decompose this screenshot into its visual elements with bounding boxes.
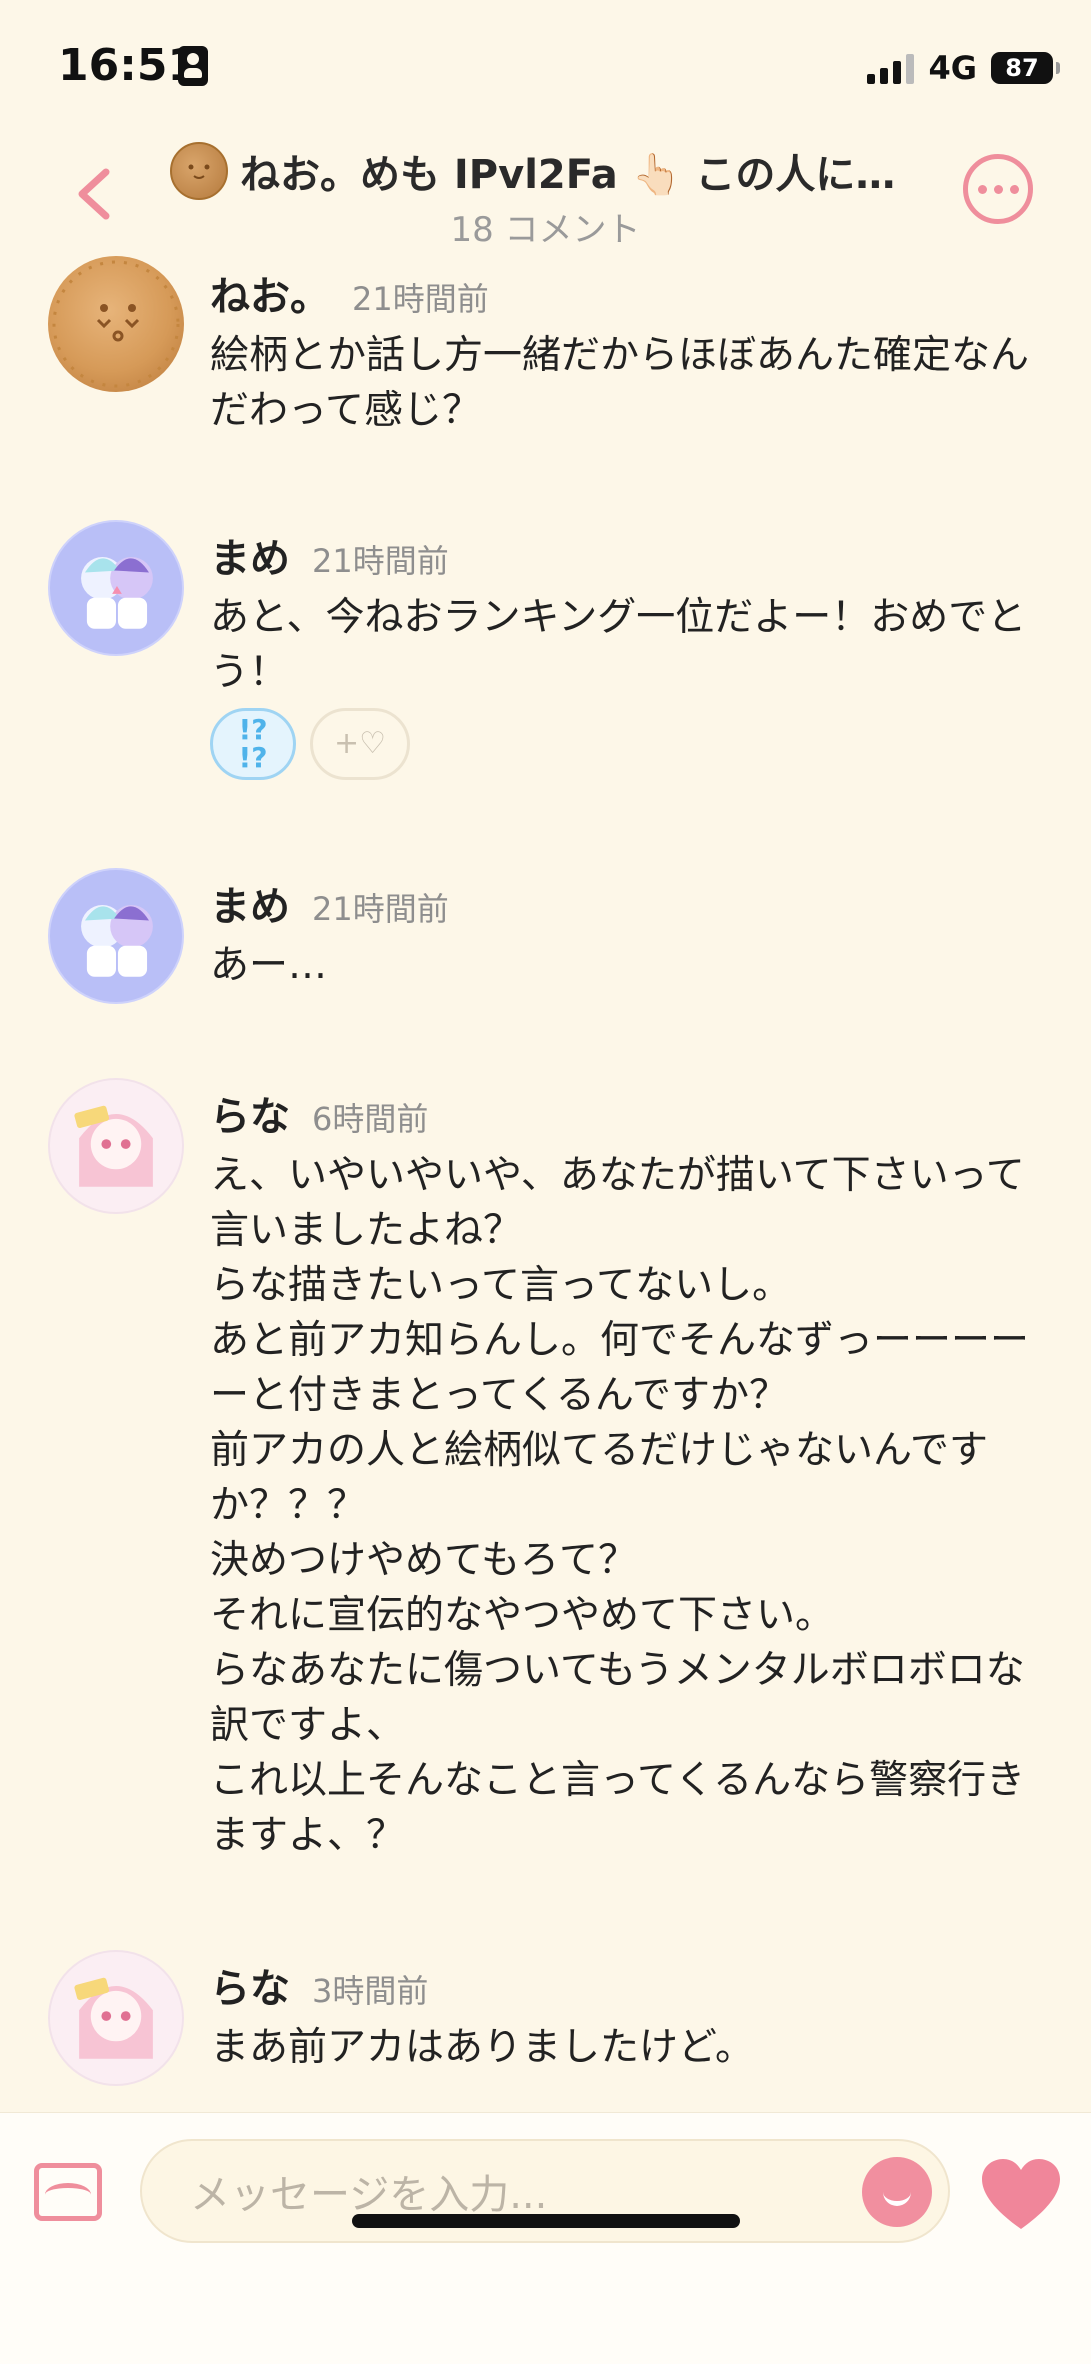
comment-text: まあ前アカはありましたけど。 bbox=[210, 2025, 755, 2070]
comment-item: ねお。 21時間前 絵柄とか話し方一緒だからほぼあんた確定なんだわって感じ？ bbox=[0, 250, 1091, 450]
cookie-face-icon bbox=[188, 164, 210, 179]
comment-text: え、いやいやいや、あなたが描いて下さいって言いましたよね？ らな描きたいって言っ… bbox=[210, 1153, 1030, 1858]
comment-username[interactable]: らな bbox=[210, 1084, 290, 1142]
avatar[interactable] bbox=[48, 520, 184, 656]
comment-time: 21時間前 bbox=[352, 280, 489, 318]
reaction-row: !? !? +♡ bbox=[210, 708, 410, 780]
comment-time: 6時間前 bbox=[312, 1100, 429, 1138]
post-title: ねお。めも IPvl2Fa 👆🏻 この人に… bbox=[240, 152, 896, 198]
focus-person-icon bbox=[178, 46, 208, 86]
avatar[interactable] bbox=[48, 256, 184, 392]
ellipsis-icon bbox=[977, 184, 987, 194]
image-upload-button[interactable] bbox=[34, 2163, 102, 2221]
character-illustration bbox=[81, 904, 153, 977]
signal-icon bbox=[867, 52, 915, 84]
avatar[interactable] bbox=[48, 1950, 184, 2086]
comment-username[interactable]: ねお。 bbox=[210, 264, 330, 322]
comment-list[interactable]: ねお。 21時間前 絵柄とか話し方一緒だからほぼあんた確定なんだわって感じ？ ま… bbox=[0, 250, 1091, 2110]
comment-text: あと、今ねおランキング一位だよー！おめでとう！ bbox=[210, 595, 1027, 695]
status-bar: 16:51 4G 87 bbox=[0, 0, 1091, 130]
post-header: ねお。めも IPvl2Fa 👆🏻 この人に… 18 コメント bbox=[0, 130, 1091, 250]
comment-username[interactable]: まめ bbox=[210, 526, 290, 584]
comment-time: 3時間前 bbox=[312, 1972, 429, 2010]
avatar[interactable] bbox=[48, 1078, 184, 1214]
message-placeholder: メッセージを入力... bbox=[190, 2172, 548, 2218]
comment-username[interactable]: らな bbox=[210, 1956, 290, 2014]
author-avatar bbox=[170, 142, 228, 200]
home-indicator bbox=[352, 2214, 740, 2228]
character-illustration bbox=[74, 1977, 153, 2059]
character-illustration bbox=[74, 1105, 153, 1187]
like-button[interactable] bbox=[980, 2157, 1062, 2233]
network-label: 4G bbox=[928, 49, 977, 87]
comment-text: 絵柄とか話し方一緒だからほぼあんた確定なんだわって感じ？ bbox=[210, 333, 1030, 433]
avatar[interactable] bbox=[48, 868, 184, 1004]
status-indicators: 4G 87 bbox=[867, 48, 1060, 88]
comment-item: まめ 21時間前 あと、今ねおランキング一位だよー！おめでとう！ !? !? +… bbox=[0, 512, 1091, 812]
add-reaction-button[interactable]: +♡ bbox=[310, 708, 410, 780]
comment-time: 21時間前 bbox=[312, 542, 449, 580]
comment-time: 21時間前 bbox=[312, 890, 449, 928]
comment-text: あー… bbox=[210, 943, 328, 988]
message-input-bar: メッセージを入力... bbox=[0, 2112, 1091, 2364]
comment-username[interactable]: まめ bbox=[210, 874, 290, 932]
comment-item: らな 6時間前 え、いやいやいや、あなたが描いて下さいって言いましたよね？ らな… bbox=[0, 1070, 1091, 1858]
cookie-face-icon bbox=[52, 260, 180, 388]
post-title-row[interactable]: ねお。めも IPvl2Fa 👆🏻 この人に… bbox=[170, 136, 930, 206]
heart-icon bbox=[982, 2159, 1060, 2229]
comment-item: らな 3時間前 まあ前アカはありましたけど。 bbox=[0, 1942, 1091, 2102]
battery-icon: 87 bbox=[991, 52, 1060, 84]
character-illustration bbox=[81, 556, 153, 629]
reaction-interrobang[interactable]: !? !? bbox=[210, 708, 296, 780]
comment-count: 18 コメント bbox=[450, 210, 641, 250]
smile-icon[interactable] bbox=[862, 2157, 932, 2227]
more-options-button[interactable] bbox=[963, 154, 1033, 224]
comment-item: まめ 21時間前 あー… bbox=[0, 860, 1091, 1010]
